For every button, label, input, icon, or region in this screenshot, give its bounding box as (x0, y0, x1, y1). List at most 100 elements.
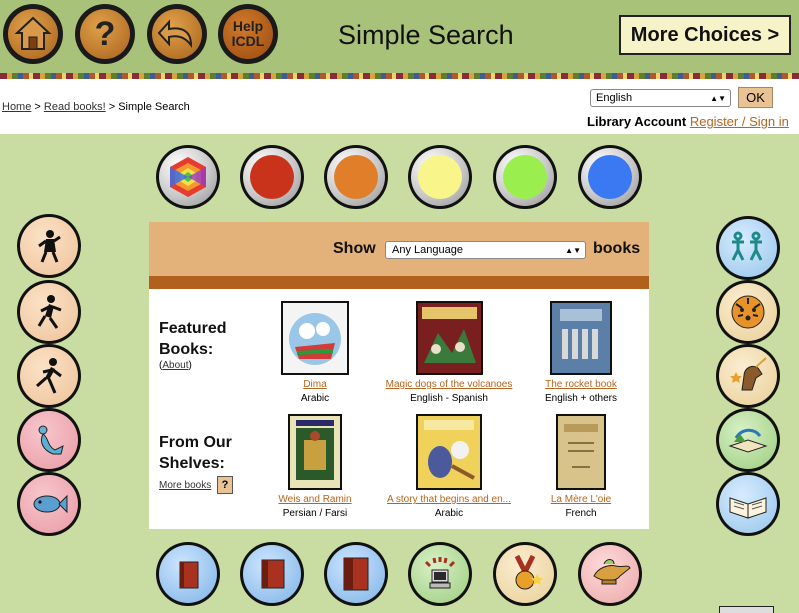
more-books-help-button[interactable]: ? (217, 476, 233, 494)
mermaid-ring (20, 411, 78, 469)
more-books-link[interactable]: More books (159, 480, 211, 491)
picture-books-button[interactable] (716, 408, 780, 472)
medium-book-icon (261, 559, 285, 589)
book-cover-image (558, 416, 604, 488)
language-select[interactable]: English ▲▼ (590, 89, 731, 107)
book-title-link[interactable]: The rocket book (511, 379, 651, 390)
book-language-select-value: Any Language (392, 244, 463, 256)
picture-book-icon (728, 428, 768, 453)
book-cover-story-begins[interactable] (416, 414, 482, 490)
back-button[interactable] (147, 4, 207, 64)
book-cover-la-mere-loie[interactable] (556, 414, 606, 490)
color-blue-button[interactable] (578, 145, 642, 209)
digital-books-button[interactable] (408, 542, 472, 606)
help-icdl-button[interactable]: Help ICDL (218, 4, 278, 64)
book-title-link[interactable]: Magic dogs of the volcanoes (379, 379, 519, 390)
language-select-value: English (596, 92, 633, 104)
rainbow-icon (170, 157, 206, 197)
featured-book: Magic dogs of the volcanoes English - Sp… (379, 301, 519, 404)
color-yellow-button[interactable] (408, 145, 472, 209)
picture-book-ring (719, 411, 777, 469)
more-choices-button[interactable]: More Choices > (619, 15, 791, 55)
age-running-adult-button[interactable] (17, 344, 81, 408)
short-books-button[interactable] (156, 542, 220, 606)
featured-heading: Featured Books: (159, 318, 227, 360)
book-cover-image (283, 303, 347, 373)
rainbow-ring (159, 148, 217, 206)
book-title-link[interactable]: A story that begins and en... (379, 494, 519, 505)
book-cover-image (417, 303, 481, 373)
about-link[interactable]: About (162, 360, 188, 371)
mermaid-button[interactable] (17, 408, 81, 472)
featured-book: The rocket book English + others (511, 301, 651, 404)
computer-ring (411, 545, 469, 603)
breadcrumb-home-link[interactable]: Home (2, 101, 31, 113)
book-cover-image (290, 416, 340, 488)
more-books: More books (159, 480, 211, 491)
tiger-icon (731, 295, 765, 329)
color-orange-button[interactable] (324, 145, 388, 209)
dancing-figures-icon (731, 231, 763, 261)
color-red-button[interactable] (240, 145, 304, 209)
book-cover-dima[interactable] (281, 301, 349, 375)
register-sign-in-link[interactable]: Register / Sign in (690, 114, 789, 129)
yellow-color-dot (418, 155, 462, 199)
magic-lamp-icon (593, 559, 631, 585)
make-believe-button[interactable] (716, 216, 780, 280)
book-title-link[interactable]: La Mère L'oie (511, 494, 651, 505)
book-cover-magic-dogs[interactable] (415, 301, 483, 375)
book-title-link[interactable]: Dima (245, 379, 385, 390)
orange-color-dot (334, 155, 378, 199)
page-title: Simple Search (338, 20, 514, 50)
back-arrow-icon (152, 9, 202, 59)
mermaid-icon (38, 425, 64, 455)
fish-ring (20, 475, 78, 533)
long-books-button[interactable] (324, 542, 388, 606)
age-running-child-button[interactable] (17, 280, 81, 344)
help-question-button[interactable]: ? (75, 4, 135, 64)
book-cover-weis-ramin[interactable] (288, 414, 342, 490)
short-book-icon (179, 561, 199, 589)
true-books-button[interactable] (716, 472, 780, 536)
computer-icon (424, 557, 456, 589)
running-adult-ring (20, 347, 78, 405)
long-book-icon (343, 557, 369, 591)
small-child-ring (20, 217, 78, 275)
green-ring (496, 148, 554, 206)
help-icdl-label: Help ICDL (223, 9, 273, 59)
award-ring (496, 545, 554, 603)
color-green-button[interactable] (493, 145, 557, 209)
book-cover-rocket[interactable] (550, 301, 612, 375)
unicorn-icon (730, 357, 767, 391)
about-close-paren: ) (188, 360, 192, 371)
make-believe-lamp-button[interactable] (578, 542, 642, 606)
medium-books-button[interactable] (240, 542, 304, 606)
book-title-link[interactable]: Weis and Ramin (245, 494, 385, 505)
open-book-icon (729, 497, 767, 519)
imaginary-creatures-button[interactable] (716, 344, 780, 408)
book-language-select[interactable]: Any Language ▲▼ (385, 241, 586, 259)
medium-book-ring (243, 545, 301, 603)
help-label-line2: ICDL (231, 33, 265, 49)
home-button[interactable] (3, 4, 63, 64)
open-book-ring (719, 475, 777, 533)
breadcrumb-read-books-link[interactable]: Read books! (44, 101, 106, 113)
show-label: Show (333, 240, 376, 257)
breadcrumb: Home > Read books! > Simple Search (2, 101, 190, 113)
language-ok-button[interactable]: OK (738, 87, 773, 108)
fish-button[interactable] (17, 472, 81, 536)
magic-lamp-ring (581, 545, 639, 603)
real-animals-button[interactable] (716, 280, 780, 344)
book-language: Arabic (434, 508, 464, 519)
featured-about: (About) (159, 360, 192, 371)
award-winning-button[interactable] (493, 542, 557, 606)
shelf-book: La Mère L'oie French (511, 414, 651, 519)
book-cover-image (418, 416, 480, 488)
award-medal-icon (514, 554, 543, 590)
age-small-child-button[interactable] (17, 214, 81, 278)
breadcrumb-separator: > (31, 101, 44, 113)
shelves-heading: From Our Shelves: (159, 432, 232, 474)
running-child-icon (37, 295, 62, 329)
chevron-updown-icon: ▲▼ (565, 245, 581, 255)
color-rainbow-button[interactable] (156, 145, 220, 209)
